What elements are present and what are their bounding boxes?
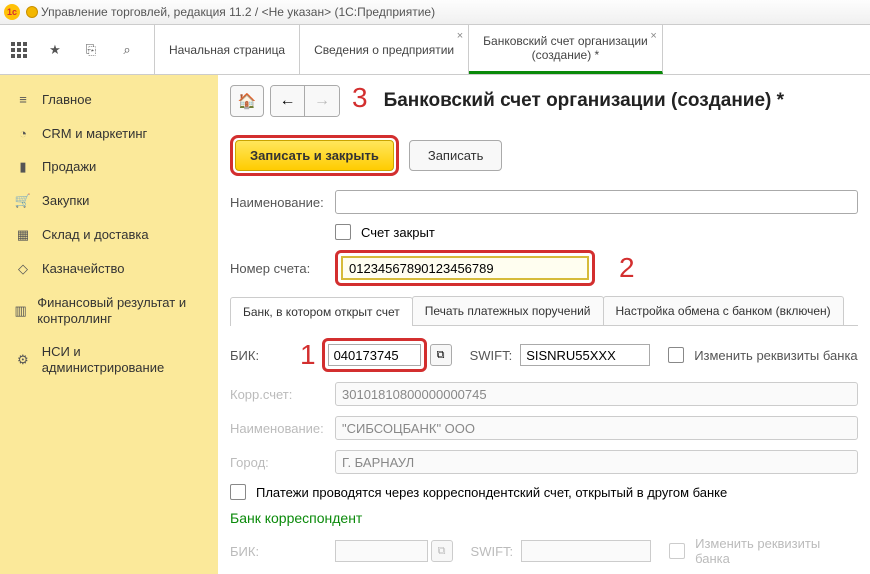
bik-input[interactable]: [328, 344, 421, 366]
sidebar-item-finance[interactable]: ▥Финансовый результат и контроллинг: [0, 286, 218, 335]
korr-label: Корр.счет:: [230, 387, 335, 402]
bik2-row: БИК: ⧉ SWIFT: Изменить реквизиты банка: [230, 536, 858, 566]
change-req-label: Изменить реквизиты банка: [694, 348, 857, 363]
swift-label: SWIFT:: [470, 348, 513, 363]
annotation-frame-1: [322, 338, 427, 372]
name-input[interactable]: [335, 190, 858, 214]
corr-other-row: Платежи проводятся через корреспондентск…: [230, 484, 858, 500]
bik-lookup-button[interactable]: ⧉: [430, 344, 452, 366]
pie-icon: ◔: [14, 126, 32, 141]
boxes-icon: ▦: [14, 227, 32, 243]
annotation-1: 1: [300, 339, 316, 371]
search-icon[interactable]: ⌕: [118, 41, 136, 59]
annotation-frame-3: Записать и закрыть: [230, 135, 399, 176]
annotation-2: 2: [619, 252, 635, 284]
corr-other-label: Платежи проводятся через корреспондентск…: [256, 485, 727, 500]
barchart-icon: ▥: [14, 303, 27, 319]
sidebar: ≡Главное ◔CRM и маркетинг ▮Продажи 🛒Заку…: [0, 75, 218, 574]
annotation-frame-2: [335, 250, 595, 286]
bik-label: БИК:: [230, 348, 300, 363]
sidebar-item-treasury[interactable]: ◇Казначейство: [0, 252, 218, 286]
account-row: Номер счета: 2: [230, 250, 858, 286]
subtab-bank[interactable]: Банк, в котором открыт счет: [230, 297, 413, 326]
closed-checkbox[interactable]: [335, 224, 351, 240]
command-bar: ★ ⎘ ⌕ Начальная страница Сведения о пред…: [0, 25, 870, 75]
bik2-label: БИК:: [230, 544, 335, 559]
korr-row: Корр.счет:: [230, 382, 858, 406]
forward-button[interactable]: →: [305, 86, 339, 116]
nav-back-forward: ← →: [270, 85, 340, 117]
city-label: Город:: [230, 455, 335, 470]
bik2-input: [335, 540, 428, 562]
corr-other-checkbox[interactable]: [230, 484, 246, 500]
closed-label: Счет закрыт: [361, 225, 435, 240]
subtab-exchange[interactable]: Настройка обмена с банком (включен): [603, 296, 844, 325]
save-button[interactable]: Записать: [409, 140, 503, 171]
change-req2-checkbox: [669, 543, 685, 559]
swift-input[interactable]: [520, 344, 650, 366]
bik2-lookup-button: ⧉: [431, 540, 453, 562]
annotation-3: 3: [352, 82, 368, 114]
gear-icon: ⚙: [14, 352, 32, 368]
change-req-checkbox[interactable]: [668, 347, 684, 363]
cart-icon: 🛒: [14, 193, 32, 209]
clipboard-icon[interactable]: ⎘: [82, 41, 100, 59]
account-input[interactable]: [341, 256, 589, 280]
sidebar-item-crm[interactable]: ◔CRM и маркетинг: [0, 117, 218, 151]
window-control[interactable]: [26, 6, 38, 18]
city-row: Город:: [230, 450, 858, 474]
sidebar-item-admin[interactable]: ⚙НСИ и администрирование: [0, 335, 218, 384]
money-icon: ◇: [14, 261, 32, 277]
sidebar-item-sales[interactable]: ▮Продажи: [0, 150, 218, 184]
page-title: Банковский счет организации (создание) *: [384, 90, 784, 112]
tab-bank-account[interactable]: Банковский счет организации (создание) *…: [469, 25, 663, 74]
tab-company-info[interactable]: Сведения о предприятии ×: [300, 25, 469, 74]
name-row: Наименование:: [230, 190, 858, 214]
bag-icon: ▮: [14, 159, 32, 175]
home-button[interactable]: 🏠: [230, 85, 264, 117]
subtabs: Банк, в котором открыт счет Печать плате…: [230, 296, 858, 326]
command-bar-left: ★ ⎘ ⌕: [0, 25, 155, 74]
sidebar-item-purchases[interactable]: 🛒Закупки: [0, 184, 218, 218]
close-icon[interactable]: ×: [650, 30, 656, 42]
tab-start-page[interactable]: Начальная страница: [155, 25, 300, 74]
close-icon[interactable]: ×: [457, 30, 463, 42]
star-icon[interactable]: ★: [46, 41, 64, 59]
bankname-label: Наименование:: [230, 421, 335, 436]
action-row: Записать и закрыть Записать: [230, 135, 858, 176]
korr-input: [335, 382, 858, 406]
bankname-row: Наименование:: [230, 416, 858, 440]
change-req2-label: Изменить реквизиты банка: [695, 536, 858, 566]
corr-bank-title: Банк корреспондент: [230, 510, 858, 526]
bik-row: БИК: 1 ⧉ SWIFT: Изменить реквизиты банка: [230, 338, 858, 372]
back-button[interactable]: ←: [271, 86, 305, 116]
swift2-label: SWIFT:: [471, 544, 514, 559]
menu-icon: ≡: [14, 92, 32, 107]
bankname-input: [335, 416, 858, 440]
closed-row: Счет закрыт: [230, 224, 858, 240]
subtab-print[interactable]: Печать платежных поручений: [412, 296, 604, 325]
sidebar-item-main[interactable]: ≡Главное: [0, 83, 218, 117]
save-close-button[interactable]: Записать и закрыть: [235, 140, 394, 171]
main-content: 🏠 ← → 3 Банковский счет организации (соз…: [218, 75, 870, 574]
titlebar: 1c Управление торговлей, редакция 11.2 /…: [0, 0, 870, 25]
apps-icon[interactable]: [10, 41, 28, 59]
sidebar-item-stock[interactable]: ▦Склад и доставка: [0, 218, 218, 252]
city-input: [335, 450, 858, 474]
app-icon: 1c: [4, 4, 20, 20]
swift2-input: [521, 540, 651, 562]
titlebar-text: Управление торговлей, редакция 11.2 / <Н…: [41, 5, 435, 19]
account-label: Номер счета:: [230, 261, 335, 276]
name-label: Наименование:: [230, 195, 335, 210]
tabs: Начальная страница Сведения о предприяти…: [155, 25, 870, 74]
toolbar: 🏠 ← → 3 Банковский счет организации (соз…: [230, 85, 858, 117]
